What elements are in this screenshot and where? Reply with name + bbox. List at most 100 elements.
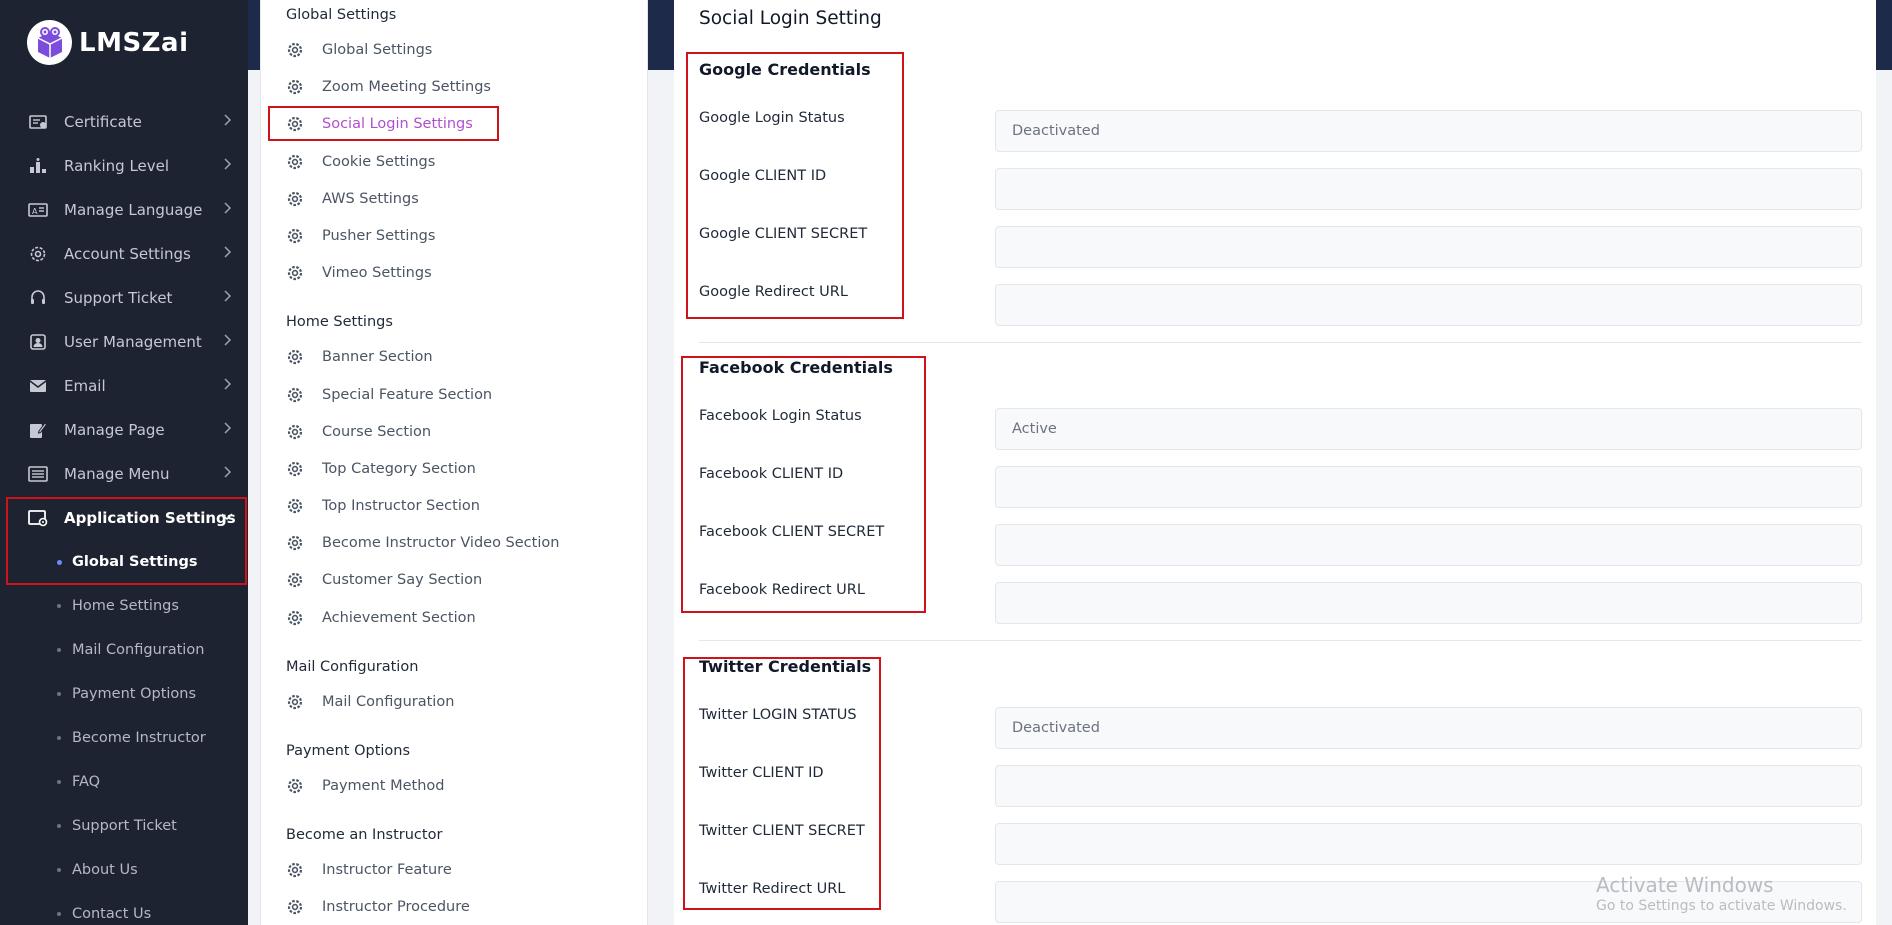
gear-icon — [287, 572, 303, 588]
chevron-right-icon — [224, 290, 232, 302]
gear-icon — [287, 610, 303, 626]
highlight-box-google — [686, 52, 904, 319]
sidebar-item-label: Support Ticket — [64, 289, 173, 307]
sidebar-subitem-contact-us[interactable]: Contact Us — [0, 892, 248, 925]
facebook-client-secret-field[interactable] — [995, 524, 1862, 566]
menu-icon — [28, 465, 48, 483]
chevron-right-icon — [224, 422, 232, 434]
google-client-id-field[interactable] — [995, 168, 1862, 210]
facebook-client-id-field[interactable] — [995, 466, 1862, 508]
gear-icon — [287, 42, 303, 58]
sidebar-item-manage-menu[interactable]: Manage Menu — [0, 452, 248, 496]
menu-item-customer-say-section[interactable]: Customer Say Section — [286, 569, 482, 591]
menu-item-payment-method[interactable]: Payment Method — [286, 775, 444, 797]
menu-item-mail-configuration[interactable]: Mail Configuration — [286, 691, 454, 713]
section-divider — [699, 640, 1862, 641]
envelope-icon — [28, 377, 48, 395]
sidebar: LMSZai Certificate Ranking Level A Manag… — [0, 0, 248, 925]
menu-item-global-settings[interactable]: Global Settings — [286, 39, 432, 61]
chevron-right-icon — [224, 158, 232, 170]
highlight-box-facebook — [681, 356, 926, 613]
headset-icon — [28, 289, 48, 307]
menu-item-instructor-procedure[interactable]: Instructor Procedure — [286, 896, 470, 918]
page-title: Social Login Setting — [699, 8, 882, 29]
section-divider — [699, 342, 1862, 343]
sidebar-item-ranking-level[interactable]: Ranking Level — [0, 144, 248, 188]
sidebar-item-label: Account Settings — [64, 245, 191, 263]
language-icon: A — [28, 201, 48, 219]
menu-item-instructor-feature[interactable]: Instructor Feature — [286, 859, 452, 881]
google-redirect-url-field[interactable] — [995, 284, 1862, 326]
gear-icon — [287, 154, 303, 170]
sidebar-subitem-faq[interactable]: FAQ — [0, 760, 248, 804]
chevron-right-icon — [224, 114, 232, 126]
sidebar-subitem-become-instructor[interactable]: Become Instructor — [0, 716, 248, 760]
menu-item-aws-settings[interactable]: AWS Settings — [286, 188, 419, 210]
gear-icon — [287, 265, 303, 281]
chevron-right-icon — [224, 378, 232, 390]
menu-section-title-instructor: Become an Instructor — [286, 827, 443, 843]
twitter-login-status-field[interactable]: Deactivated — [995, 707, 1862, 749]
sidebar-subitem-payment-options[interactable]: Payment Options — [0, 672, 248, 716]
sidebar-item-user-management[interactable]: User Management — [0, 320, 248, 364]
sidebar-item-manage-page[interactable]: Manage Page — [0, 408, 248, 452]
sidebar-item-label: Email — [64, 377, 106, 395]
chevron-right-icon — [224, 334, 232, 346]
sidebar-item-label: Manage Language — [64, 201, 203, 219]
sidebar-subitem-home-settings[interactable]: Home Settings — [0, 584, 248, 628]
highlight-box-twitter — [683, 657, 881, 910]
sidebar-item-label: Certificate — [64, 113, 142, 131]
gear-icon — [287, 79, 303, 95]
app-logo[interactable]: LMSZai — [27, 20, 188, 65]
gear-icon — [287, 228, 303, 244]
chevron-right-icon — [224, 246, 232, 258]
menu-item-pusher-settings[interactable]: Pusher Settings — [286, 225, 435, 247]
menu-item-vimeo-settings[interactable]: Vimeo Settings — [286, 262, 432, 284]
svg-text:A: A — [32, 207, 38, 216]
sidebar-item-certificate[interactable]: Certificate — [0, 100, 248, 144]
menu-item-become-instructor-video-section[interactable]: Become Instructor Video Section — [286, 532, 559, 554]
menu-item-zoom-meeting-settings[interactable]: Zoom Meeting Settings — [286, 76, 491, 98]
sidebar-subitem-about-us[interactable]: About Us — [0, 848, 248, 892]
gear-icon — [287, 191, 303, 207]
sidebar-subitem-mail-configuration[interactable]: Mail Configuration — [0, 628, 248, 672]
facebook-redirect-url-field[interactable] — [995, 582, 1862, 624]
bullet-dot — [57, 868, 61, 872]
google-client-secret-field[interactable] — [995, 226, 1862, 268]
logo-icon — [27, 20, 72, 65]
sidebar-item-support-ticket[interactable]: Support Ticket — [0, 276, 248, 320]
gear-icon — [287, 498, 303, 514]
menu-section-title-payment: Payment Options — [286, 743, 411, 759]
menu-section-title-mail: Mail Configuration — [286, 659, 419, 675]
menu-item-achievement-section[interactable]: Achievement Section — [286, 607, 476, 629]
bullet-dot — [57, 780, 61, 784]
sidebar-item-manage-language[interactable]: A Manage Language — [0, 188, 248, 232]
sidebar-item-account-settings[interactable]: Account Settings — [0, 232, 248, 276]
twitter-client-id-field[interactable] — [995, 765, 1862, 807]
gear-icon — [287, 862, 303, 878]
bullet-dot — [57, 736, 61, 740]
google-login-status-field[interactable]: Deactivated — [995, 110, 1862, 152]
gear-icon — [287, 387, 303, 403]
menu-item-cookie-settings[interactable]: Cookie Settings — [286, 151, 435, 173]
highlight-box-app-settings — [6, 497, 247, 585]
chevron-right-icon — [224, 202, 232, 214]
facebook-login-status-field[interactable]: Active — [995, 408, 1862, 450]
menu-item-top-category-section[interactable]: Top Category Section — [286, 458, 476, 480]
gear-icon — [287, 899, 303, 915]
ranking-icon — [28, 157, 48, 175]
sidebar-subitem-support-ticket[interactable]: Support Ticket — [0, 804, 248, 848]
bullet-dot — [57, 912, 61, 916]
menu-item-banner-section[interactable]: Banner Section — [286, 346, 433, 368]
user-icon — [28, 333, 48, 351]
twitter-client-secret-field[interactable] — [995, 823, 1862, 865]
sidebar-item-email[interactable]: Email — [0, 364, 248, 408]
chevron-right-icon — [224, 466, 232, 478]
certificate-icon — [28, 113, 48, 131]
menu-item-course-section[interactable]: Course Section — [286, 421, 431, 443]
gear-icon — [287, 349, 303, 365]
sidebar-item-label: Ranking Level — [64, 157, 170, 175]
menu-item-top-instructor-section[interactable]: Top Instructor Section — [286, 495, 480, 517]
page-edit-icon — [28, 421, 48, 439]
menu-item-special-feature-section[interactable]: Special Feature Section — [286, 384, 492, 406]
